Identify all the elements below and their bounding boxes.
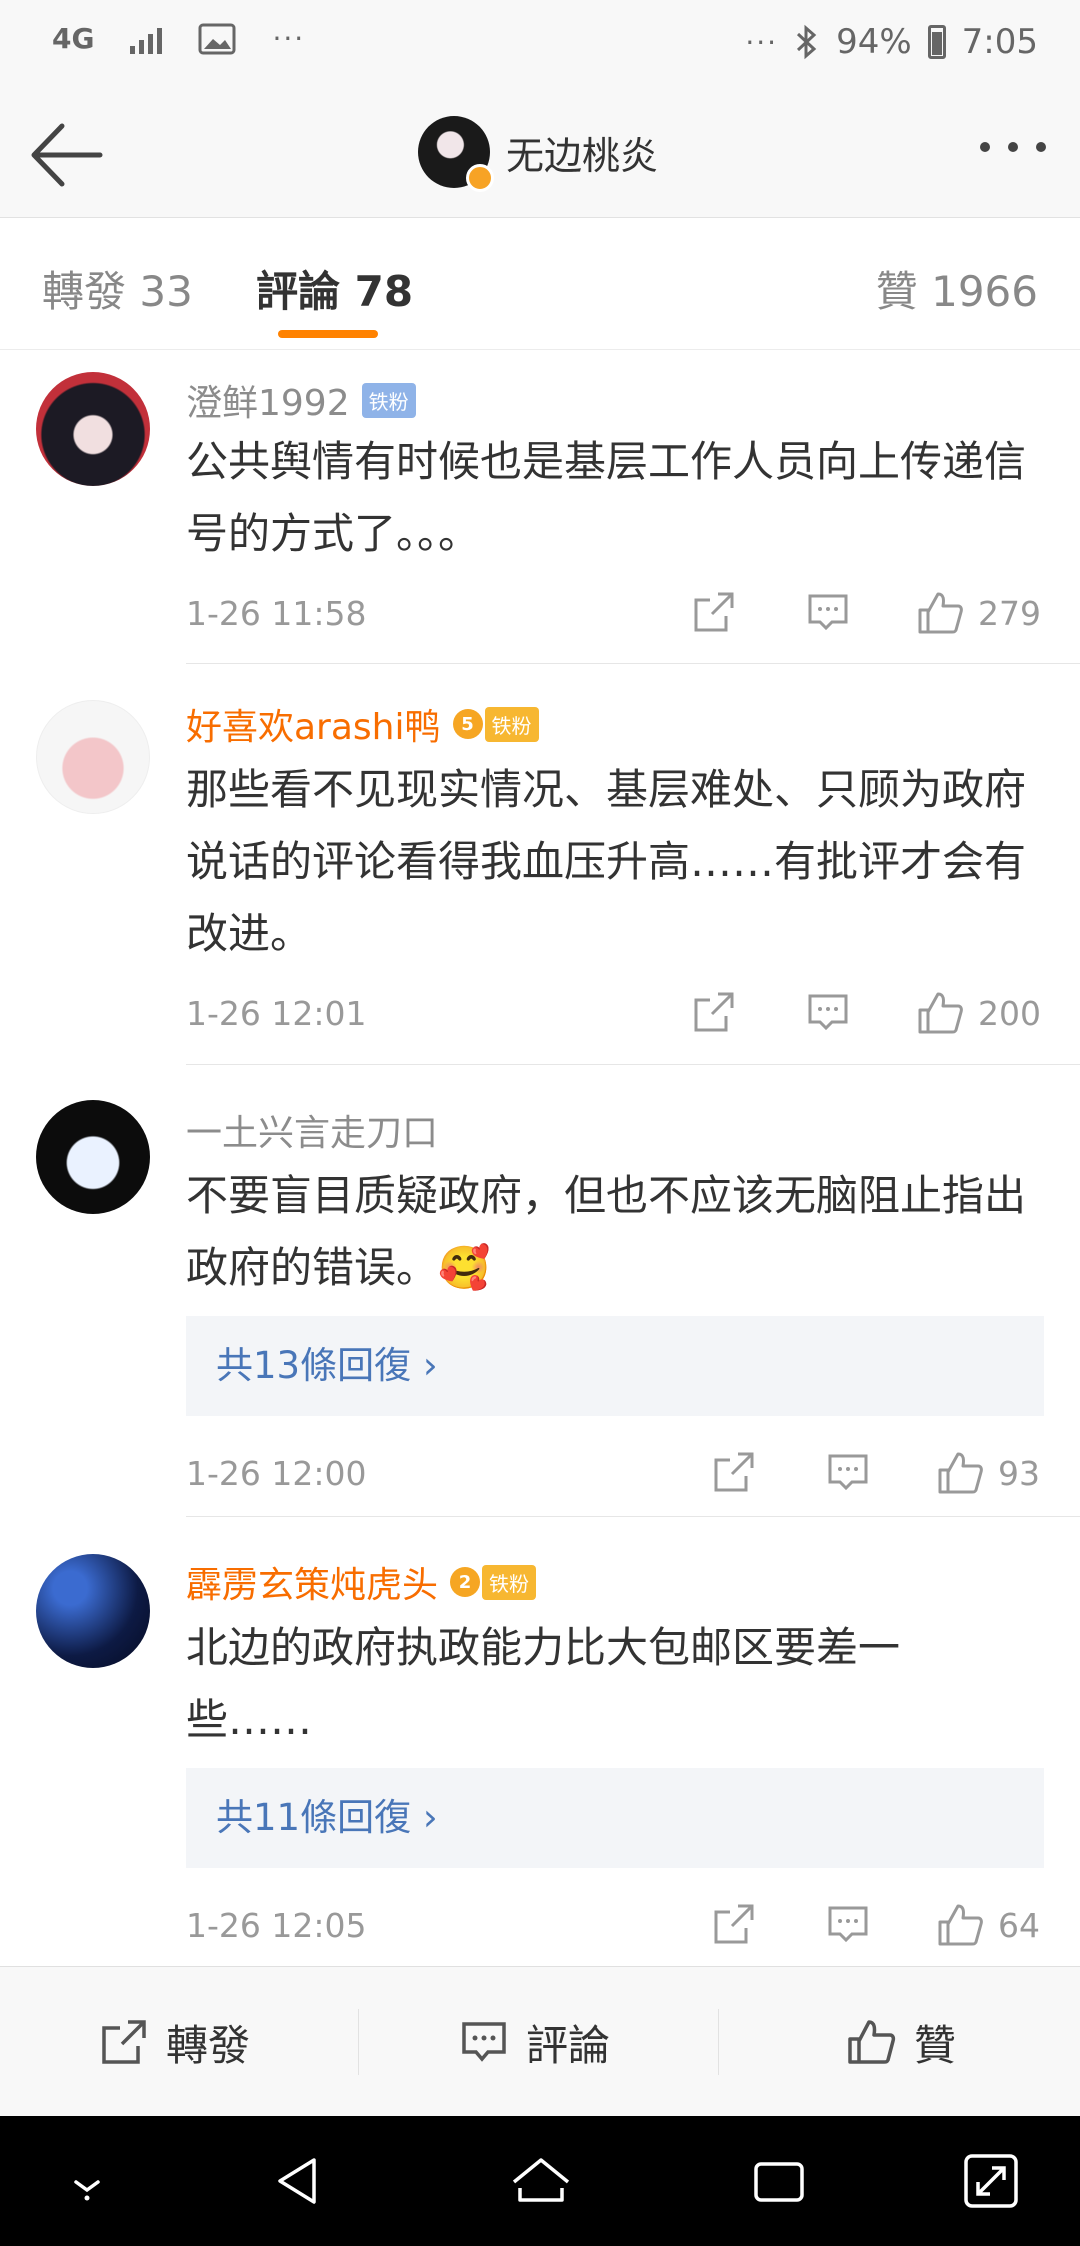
thumb-up-icon [848,2020,896,2064]
nav-back-icon[interactable] [264,2146,334,2216]
system-navigation-bar [0,2116,1080,2246]
comment-meta: 1-26 12:00 93 [186,1450,1044,1500]
comment-meta: 1-26 11:58 279 [186,590,1044,640]
nav-recents-icon[interactable] [744,2146,814,2216]
comment-icon [462,2022,506,2062]
like-count: 64 [998,1905,1040,1945]
comment-meta: 1-26 12:05 64 [186,1902,1044,1952]
nav-home-icon[interactable] [506,2146,576,2216]
comment-author[interactable]: 一土兴言走刀口 [186,1104,438,1156]
back-arrow-icon[interactable] [28,120,104,190]
like-count: 200 [978,993,1041,1033]
thumb-up-icon [938,1904,983,1946]
reply-icon[interactable] [806,990,850,1034]
action-separator [718,2009,719,2075]
like-button[interactable]: 64 [936,1902,1040,1948]
crown-level-icon: 5 [452,709,483,739]
like-post-button[interactable]: 贊 [846,1967,956,2117]
comment-avatar[interactable] [36,1554,150,1668]
comment-button[interactable]: 評論 [460,1967,610,2117]
author-header[interactable]: 无边桃炎 [418,116,658,192]
clock: 7:05 [961,22,1038,62]
share-icon[interactable] [712,1450,756,1494]
battery-percent: 94% [836,22,912,62]
repost-icon [102,2020,146,2064]
repost-button[interactable]: 轉發 [100,1967,250,2117]
comment-divider [186,1064,1080,1065]
thumb-up-icon [918,992,963,1034]
comment-text: 北边的政府执政能力比大包邮区要差一些…… [186,1623,901,1744]
top-navigation: 无边桃炎 [0,90,1080,218]
comment-text: 那些看不见现实情况、基层难处、只顾为政府说话的评论看得我血压升高……有批评才会有… [186,765,1027,958]
reply-icon[interactable] [826,1450,870,1494]
like-count: 279 [978,593,1041,633]
thumb-up-icon [918,592,963,634]
comment-time: 1-26 12:05 [186,1906,367,1945]
comment-time: 1-26 12:00 [186,1454,367,1493]
view-replies-link[interactable]: 共11條回復 › [186,1768,1044,1868]
like-button[interactable]: 200 [916,990,1041,1036]
bottom-action-bar: 轉發 評論 贊 [0,1966,1080,2116]
comment-avatar[interactable] [36,700,150,814]
action-separator [358,2009,359,2075]
fan-badge: 5 铁粉 [452,706,539,742]
like-button[interactable]: 93 [936,1450,1040,1496]
comment-author[interactable]: 霹雳玄策炖虎头 2 铁粉 [186,1556,537,1608]
comment-author[interactable]: 好喜欢arashi鸭 5 铁粉 [186,698,539,750]
crown-level-icon: 2 [450,1567,481,1597]
status-bar: 4G ··· ··· 94% 7:05 [0,0,1080,90]
status-overflow-right: ··· [745,25,779,59]
thumb-up-icon [938,1452,983,1494]
comment-divider [186,1516,1080,1517]
comment-divider [186,663,1080,664]
like-button[interactable]: 279 [916,590,1041,636]
battery-icon [927,25,946,59]
hide-keyboard-icon[interactable] [52,2146,122,2216]
image-icon [198,23,236,54]
author-avatar[interactable] [418,116,494,192]
verified-badge-icon [466,164,494,192]
share-icon[interactable] [712,1902,756,1946]
reply-icon[interactable] [806,590,850,634]
tab-bar: 轉發 33 評論 78 贊 1966 [0,218,1080,350]
author-name[interactable]: 无边桃炎 [506,125,658,180]
status-overflow: ··· [272,22,306,55]
signal-icon [130,24,163,54]
more-options-icon[interactable] [980,142,1046,152]
reply-icon[interactable] [826,1902,870,1946]
tab-reposts[interactable]: 轉發 33 [42,258,193,319]
comment-avatar[interactable] [36,372,150,486]
comment-time: 1-26 12:01 [186,994,367,1033]
fan-badge: 2 铁粉 [450,1564,537,1600]
share-icon[interactable] [692,990,736,1034]
share-icon[interactable] [692,590,736,634]
network-type: 4G [52,21,95,55]
nav-expand-icon[interactable] [956,2146,1026,2216]
comment-text: 公共舆情有时候也是基层工作人员向上传递信号的方式了。。。 [186,437,1027,558]
fan-badge: 铁粉 [361,382,416,418]
comment-meta: 1-26 12:01 200 [186,990,1044,1040]
tab-comments[interactable]: 評論 78 [256,258,413,319]
comment-avatar[interactable] [36,1100,150,1214]
tab-likes[interactable]: 贊 1966 [876,258,1038,319]
comment-author[interactable]: 澄鲜1992 铁粉 [186,374,416,426]
emoji: 🥰 [438,1243,491,1292]
like-count: 93 [998,1453,1040,1493]
bluetooth-icon [797,24,817,60]
active-tab-indicator [278,330,378,338]
comment-time: 1-26 11:58 [186,594,367,633]
view-replies-link[interactable]: 共13條回復 › [186,1316,1044,1416]
comment-text: 不要盲目质疑政府，但也不应该无脑阻止指出政府的错误。🥰 [186,1171,1027,1292]
